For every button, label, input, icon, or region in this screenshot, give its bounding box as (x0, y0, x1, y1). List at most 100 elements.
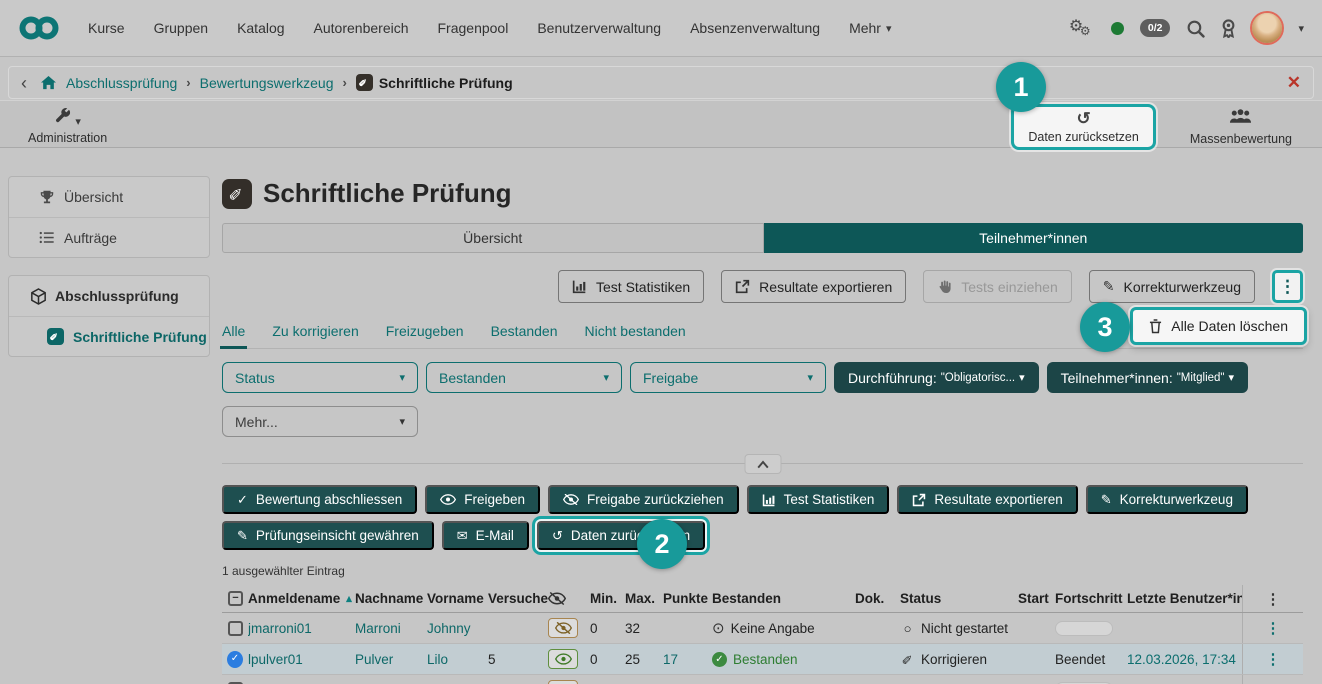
col-header-start[interactable]: Start (1018, 591, 1055, 606)
filter-release-dropdown[interactable]: Freigabe ▾ (630, 362, 826, 393)
col-header-visibility[interactable] (548, 592, 590, 605)
close-icon[interactable]: ✕ (1287, 73, 1301, 93)
sidebar-item-written-exam[interactable]: ✎ Schriftliche Prüfung (9, 316, 209, 356)
col-header-max[interactable]: Max. (625, 591, 663, 606)
settings-gears-icon[interactable]: ⚙ ⚙ (1069, 16, 1095, 40)
user-avatar[interactable] (1252, 13, 1282, 43)
username-link[interactable]: jmarroni01 (248, 621, 312, 636)
nav-item-absenzenverwaltung[interactable]: Absenzenverwaltung (690, 20, 820, 36)
nav-item-fragenpool[interactable]: Fragenpool (438, 20, 509, 36)
col-header-letzte-benutzerin[interactable]: Letzte Benutzer*in (1127, 591, 1242, 606)
user-menu-chevron-down-icon[interactable]: ▾ (1298, 22, 1304, 35)
message-count-badge[interactable]: 0/2 (1140, 19, 1171, 37)
undo-icon: ↺ (552, 529, 563, 542)
nav-item-gruppen[interactable]: Gruppen (154, 20, 208, 36)
filter-passed-dropdown[interactable]: Bestanden ▾ (426, 362, 622, 393)
nav-item-benutzerverwaltung[interactable]: Benutzerverwaltung (537, 20, 661, 36)
sidebar-item-uebersicht[interactable]: Übersicht (9, 177, 209, 217)
back-chevron-icon[interactable]: ‹ (21, 74, 27, 92)
row-menu-kebab-icon[interactable]: ⋮ (1242, 644, 1303, 674)
nav-item-autorenbereich[interactable]: Autorenbereich (314, 20, 409, 36)
filter-execution-dropdown[interactable]: Durchführung: "Obligatorisc... ▾ (834, 362, 1039, 393)
row-checkbox[interactable] (222, 621, 248, 636)
export-results-action-button[interactable]: Resultate exportieren (897, 485, 1077, 514)
filter-tab-freizugeben[interactable]: Freizugeben (386, 323, 464, 339)
filter-more-dropdown[interactable]: Mehr... ▾ (222, 406, 418, 437)
test-statistics-label: Test Statistiken (596, 279, 690, 295)
col-header-anmeldename[interactable]: Anmeldename ▴ (248, 591, 355, 606)
sidebar-item-auftraege[interactable]: Aufträge (9, 217, 209, 257)
correction-tool-action-button[interactable]: ✎ Korrekturwerkzeug (1086, 485, 1248, 514)
sidebar-item-course[interactable]: Abschlussprüfung (9, 276, 209, 316)
breadcrumb-link-assessment-tool[interactable]: Bewertungswerkzeug (200, 75, 334, 91)
more-actions-kebab-button[interactable]: ⋮ (1272, 270, 1303, 303)
export-results-button[interactable]: Resultate exportieren (721, 270, 906, 303)
col-header-bestanden[interactable]: Bestanden (712, 591, 855, 606)
nav-item-mehr[interactable]: Mehr ▾ (849, 20, 891, 36)
segment-tabs: Übersicht Teilnehmer*innen (222, 223, 1303, 253)
tab-uebersicht[interactable]: Übersicht (222, 223, 764, 253)
chevron-down-icon: ▾ (1019, 371, 1025, 384)
page-title: Schriftliche Prüfung (263, 178, 511, 209)
medal-icon[interactable] (1221, 19, 1236, 38)
filter-tab-zu-korrigieren[interactable]: Zu korrigieren (272, 323, 358, 339)
home-icon[interactable] (40, 75, 57, 90)
row-menu-kebab-icon[interactable]: ⋮ (1242, 613, 1303, 643)
grant-exam-review-button[interactable]: ✎ Prüfungseinsicht gewähren (222, 521, 434, 550)
email-button[interactable]: ✉ E-Mail (442, 521, 529, 550)
tab-teilnehmerinnen[interactable]: Teilnehmer*innen (764, 223, 1304, 253)
col-header-status[interactable]: Status (900, 591, 1018, 606)
col-header-vorname[interactable]: Vorname (427, 591, 488, 606)
circle-empty-icon: ○ (900, 622, 915, 635)
sort-ascending-icon: ▴ (346, 592, 352, 605)
filter-tab-bestanden[interactable]: Bestanden (491, 323, 558, 339)
online-status-dot (1111, 22, 1124, 35)
sidebar-item-label: Abschlussprüfung (55, 288, 179, 304)
search-icon[interactable] (1186, 19, 1205, 38)
col-header-punkte[interactable]: Punkte (663, 591, 712, 606)
administration-menu[interactable]: ▾ Administration (28, 106, 107, 145)
finish-assessment-button[interactable]: ✓ Bewertung abschliessen (222, 485, 417, 514)
export-icon (735, 279, 750, 294)
col-header-min[interactable]: Min. (590, 591, 625, 606)
withdraw-release-button[interactable]: Test Statistiken Freigabe zurückziehen (548, 485, 739, 514)
delete-all-data-menu-item[interactable]: Alle Daten löschen (1130, 307, 1307, 345)
table-row: plenz01 Lenz Pedro 0 32 ⊙ Keine Angabe (222, 675, 1303, 684)
col-header-versuche[interactable]: Versuche (488, 591, 548, 606)
openolat-logo-icon[interactable] (18, 14, 60, 42)
username-link[interactable]: lpulver01 (248, 652, 303, 667)
cube-icon (31, 288, 46, 305)
test-statistics-button[interactable]: Test Statistiken (558, 270, 704, 303)
screen: Kurse Gruppen Katalog Autorenbereich Fra… (0, 0, 1322, 684)
col-header-fortschritt[interactable]: Fortschritt (1055, 591, 1127, 606)
test-statistics-action-label: Test Statistiken (784, 492, 875, 507)
check-icon: ✓ (237, 493, 248, 506)
visibility-cell (548, 649, 590, 669)
col-header-nachname[interactable]: Nachname (355, 591, 427, 606)
nav-item-kurse[interactable]: Kurse (88, 20, 125, 36)
chevron-down-icon: ▾ (399, 371, 405, 384)
release-button[interactable]: Freigeben (425, 485, 540, 514)
table-settings-kebab-icon[interactable]: ⋮ (1242, 585, 1303, 612)
row-menu-kebab-icon[interactable]: ⋮ (1242, 675, 1303, 684)
firstname-cell: Johnny (427, 621, 488, 636)
filter-participants-dropdown[interactable]: Teilnehmer*innen: "Mitglied" ▾ (1047, 362, 1248, 393)
test-statistics-action-button[interactable]: Test Statistiken (747, 485, 890, 514)
col-header-dok[interactable]: Dok. (855, 591, 900, 606)
nav-item-katalog[interactable]: Katalog (237, 20, 284, 36)
breadcrumb-link-course[interactable]: Abschlussprüfung (66, 75, 177, 91)
progress-cell (1055, 621, 1127, 636)
filter-status-label: Status (235, 370, 275, 386)
correction-tool-button[interactable]: ✎ Korrekturwerkzeug (1089, 270, 1255, 303)
filter-tab-nicht-bestanden[interactable]: Nicht bestanden (585, 323, 686, 339)
select-all-checkbox[interactable]: − (222, 591, 248, 606)
collapse-filters-button[interactable] (744, 454, 781, 474)
progress-cell: Beendet (1055, 652, 1127, 667)
filter-status-dropdown[interactable]: Status ▾ (222, 362, 418, 393)
passed-cell: ⊙ Keine Angabe (712, 621, 855, 636)
row-checkbox[interactable]: ✓ (222, 651, 248, 668)
filter-tab-alle[interactable]: Alle (222, 323, 245, 339)
reset-data-toolbar-button[interactable]: ↺ Daten zurücksetzen (1011, 104, 1155, 150)
wrench-icon (54, 106, 71, 128)
bulk-assessment-button[interactable]: Massenbewertung (1176, 104, 1306, 150)
